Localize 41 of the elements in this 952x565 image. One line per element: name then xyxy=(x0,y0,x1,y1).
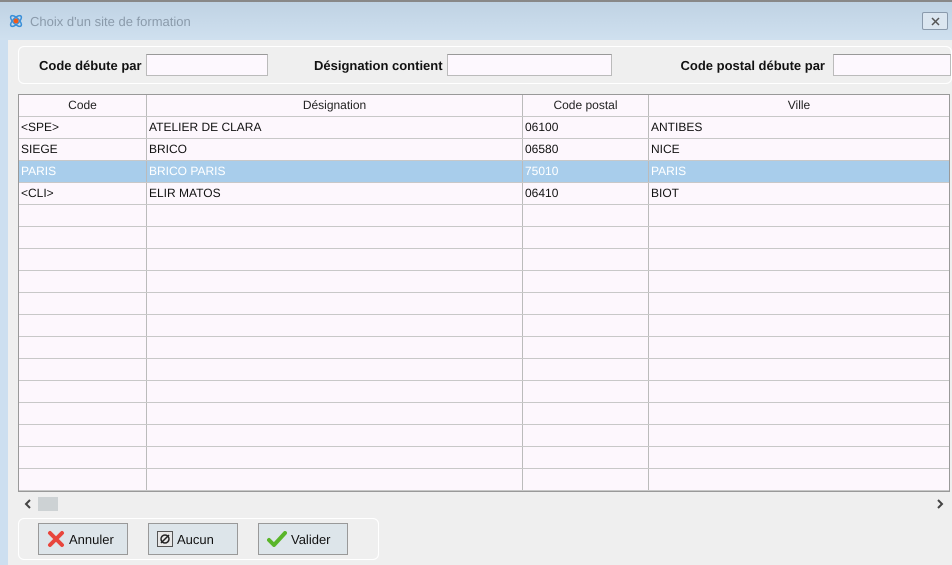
scroll-left-icon[interactable] xyxy=(24,499,32,509)
empty-set-icon xyxy=(157,531,173,547)
column-header[interactable]: Code xyxy=(19,95,147,116)
scroll-right-icon[interactable] xyxy=(936,499,944,509)
table-row[interactable]: <CLI> ELIR MATOS 06410 BIOT xyxy=(19,183,949,205)
table-cell: BRICO PARIS xyxy=(147,161,523,182)
table-cell: <SPE> xyxy=(19,117,147,138)
scrollbar-thumb[interactable] xyxy=(38,497,58,511)
cross-icon xyxy=(47,530,65,548)
close-button[interactable] xyxy=(922,12,948,30)
dialog-button[interactable]: Valider xyxy=(258,523,348,555)
table-cell: PARIS xyxy=(19,161,147,182)
close-icon xyxy=(930,16,940,26)
dialog-button[interactable]: Annuler xyxy=(38,523,128,555)
input-field[interactable] xyxy=(146,54,268,76)
table-cell: <CLI> xyxy=(19,183,147,204)
table-cell-text: BIOT xyxy=(650,185,680,202)
table-cell: ATELIER DE CLARA xyxy=(147,117,523,138)
table-cell: 06410 xyxy=(523,183,649,204)
column-header[interactable]: Désignation xyxy=(147,95,523,116)
filter-label: Désignation contient xyxy=(314,58,443,72)
atom-icon xyxy=(8,13,24,29)
table-cell-text: PARIS xyxy=(650,163,688,180)
input-field[interactable] xyxy=(446,54,612,76)
table-row[interactable]: <SPE> ATELIER DE CLARA 06100 ANTIBES xyxy=(19,117,949,139)
table-cell: 06580 xyxy=(523,139,649,160)
column-header[interactable]: Code postal xyxy=(523,95,649,116)
column-header[interactable]: Ville xyxy=(649,95,949,116)
table-cell-text: NICE xyxy=(650,141,681,158)
table-cell: SIEGE xyxy=(19,139,147,160)
table-cell: ELIR MATOS xyxy=(147,183,523,204)
dialog-button[interactable]: Aucun xyxy=(148,523,238,555)
table-cell: 75010 xyxy=(523,161,649,182)
table-cell: BRICO xyxy=(147,139,523,160)
filter-label: Code postal débute par xyxy=(680,58,825,72)
table-cell: 06100 xyxy=(523,117,649,138)
input-field[interactable] xyxy=(833,54,951,76)
checkmark-icon xyxy=(267,531,287,547)
table-cell-text: ANTIBES xyxy=(650,119,704,136)
filter-label: Code débute par xyxy=(39,58,142,72)
window-title: Choix d'un site de formation xyxy=(30,14,192,28)
